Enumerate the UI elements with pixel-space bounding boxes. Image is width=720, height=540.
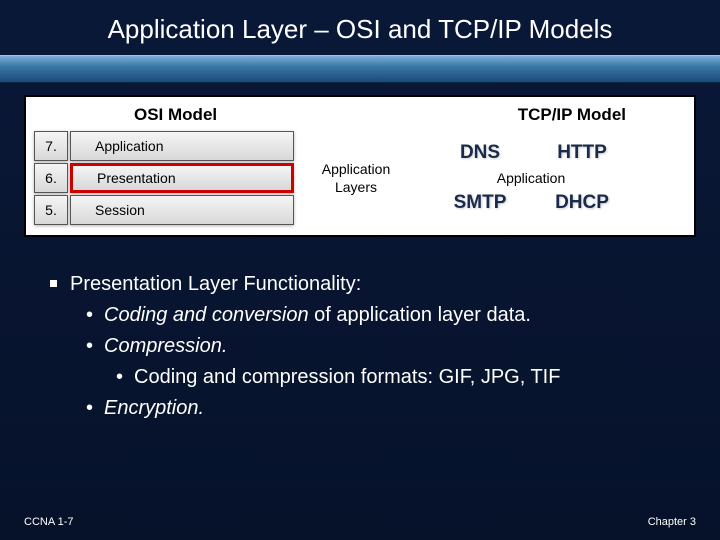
emphasis: Encryption.: [104, 397, 204, 419]
sub-bullet-item: Coding and compression formats: GIF, JPG…: [110, 362, 690, 393]
emphasis: Coding and conversion: [104, 304, 309, 326]
osi-row-6-highlighted: 6. Presentation: [34, 163, 294, 193]
osi-header: OSI Model: [134, 105, 217, 125]
mid-line-1: Application: [322, 161, 391, 177]
bullet-list: Presentation Layer Functionality: Coding…: [0, 249, 720, 424]
slide-footer: CCNA 1-7 Chapter 3: [24, 516, 696, 528]
layer-number: 7.: [34, 131, 68, 161]
middle-label: Application Layers: [306, 160, 406, 196]
footer-left: CCNA 1-7: [24, 516, 74, 528]
service-http: HTTP: [538, 142, 626, 164]
layer-number: 5.: [34, 195, 68, 225]
slide-title: Application Layer – OSI and TCP/IP Model…: [0, 0, 720, 55]
footer-right: Chapter 3: [648, 516, 696, 528]
bullet-item: Coding and conversion of application lay…: [80, 300, 690, 331]
osi-row-7: 7. Application: [34, 131, 294, 161]
osi-row-5: 5. Session: [34, 195, 294, 225]
osi-column: 7. Application 6. Presentation 5. Sessio…: [34, 131, 294, 225]
tcpip-header: TCP/IP Model: [518, 105, 626, 125]
service-smtp: SMTP: [436, 192, 524, 214]
accent-bar: [0, 55, 720, 83]
mid-line-2: Layers: [335, 179, 377, 195]
layer-name: Session: [70, 195, 294, 225]
bullet-item: Encryption.: [80, 393, 690, 424]
service-dhcp: DHCP: [538, 192, 626, 214]
layer-name-highlighted: Presentation: [70, 163, 294, 193]
layer-number: 6.: [34, 163, 68, 193]
diagram-panel: OSI Model TCP/IP Model 7. Application 6.…: [24, 95, 696, 237]
service-application: Application: [436, 170, 626, 186]
bullet-heading: Presentation Layer Functionality:: [50, 269, 690, 300]
diagram-headers: OSI Model TCP/IP Model: [34, 103, 686, 131]
service-dns: DNS: [436, 142, 524, 164]
emphasis: Compression.: [104, 335, 227, 357]
tcpip-column: DNS HTTP Application SMTP DHCP: [436, 142, 626, 214]
bullet-item: Compression.: [80, 331, 690, 362]
layer-name: Application: [70, 131, 294, 161]
bullet-text: of application layer data.: [309, 304, 531, 326]
